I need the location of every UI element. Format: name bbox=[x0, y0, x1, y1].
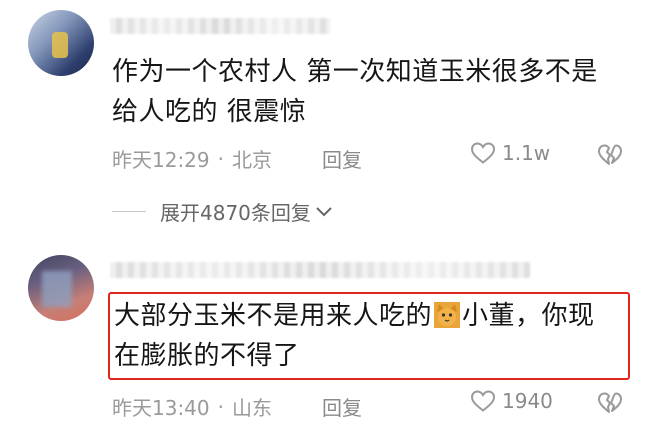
separator: · bbox=[217, 394, 224, 419]
username-blurred[interactable] bbox=[110, 262, 530, 278]
separator: · bbox=[217, 146, 224, 171]
comment-text: 大部分玉米不是用来人吃的 小董，你现 在膨胀的不得了 bbox=[114, 296, 595, 376]
heart-icon bbox=[470, 141, 496, 165]
comment-meta: 昨天12:29 · 北京 bbox=[112, 144, 272, 173]
dislike-broken-heart-icon[interactable] bbox=[597, 391, 623, 415]
avatar[interactable] bbox=[28, 10, 94, 76]
comment-time: 昨天12:29 bbox=[112, 148, 210, 172]
chevron-down-icon bbox=[315, 205, 333, 219]
dislike-broken-heart-icon[interactable] bbox=[597, 143, 623, 167]
heart-icon bbox=[470, 389, 496, 413]
divider-line bbox=[112, 211, 146, 212]
reply-button[interactable]: 回复 bbox=[322, 144, 362, 173]
expand-replies-label: 展开4870条回复 bbox=[160, 201, 311, 225]
comment-text-line: 给人吃的 很震惊 bbox=[112, 97, 307, 127]
cat-face-emoji-icon bbox=[434, 302, 461, 328]
reply-button[interactable]: 回复 bbox=[322, 392, 362, 421]
comment-meta: 昨天13:40 · 山东 bbox=[112, 392, 272, 421]
comment-time: 昨天13:40 bbox=[112, 396, 210, 420]
comment-text: 作为一个农村人 第一次知道玉米很多不是 给人吃的 很震惊 bbox=[112, 52, 598, 132]
like-button[interactable]: 1.1w bbox=[470, 141, 550, 165]
comment-text-segment: 小董，你现 bbox=[462, 301, 595, 331]
username-blurred[interactable] bbox=[110, 18, 330, 34]
comment-text-line: 在膨胀的不得了 bbox=[114, 341, 300, 371]
like-count: 1940 bbox=[502, 389, 553, 413]
like-count: 1.1w bbox=[502, 141, 551, 165]
comment-text-line: 大部分玉米不是用来人吃的 小董，你现 bbox=[114, 296, 595, 336]
comment-location: 北京 bbox=[232, 148, 272, 172]
comment-text-segment: 大部分玉米不是用来人吃的 bbox=[114, 301, 433, 331]
like-button[interactable]: 1940 bbox=[470, 389, 553, 413]
comment-location: 山东 bbox=[232, 396, 272, 420]
avatar[interactable] bbox=[28, 255, 94, 321]
expand-replies-button[interactable]: 展开4870条回复 bbox=[112, 197, 333, 226]
comment-text-line: 作为一个农村人 第一次知道玉米很多不是 bbox=[112, 57, 598, 87]
